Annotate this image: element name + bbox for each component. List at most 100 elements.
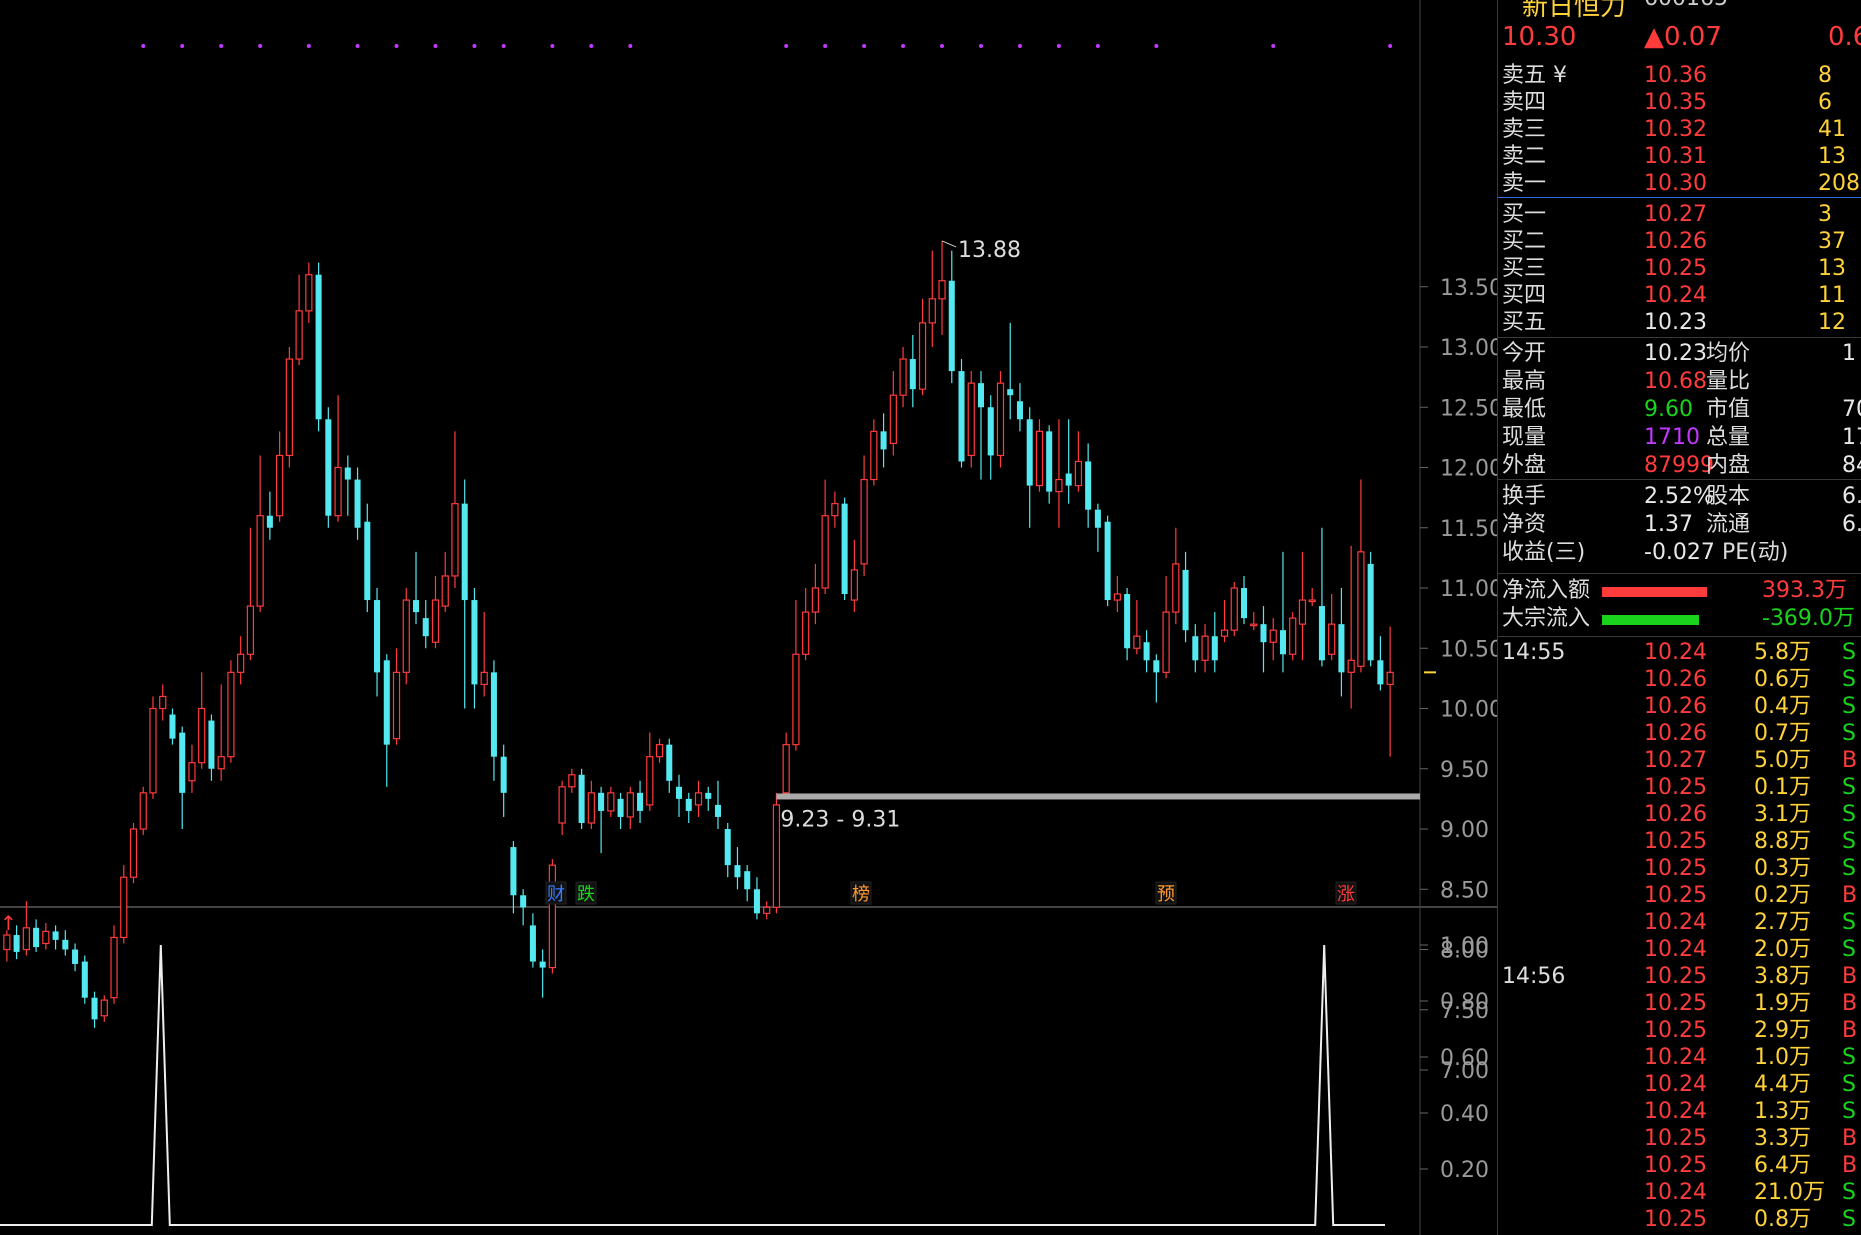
- ask-volume: 6: [1818, 90, 1832, 115]
- stat-label-2: 总量: [1706, 425, 1751, 450]
- event-marker-label[interactable]: 财: [547, 884, 565, 905]
- candle-body: [1269, 629, 1277, 643]
- tick-price: 10.25: [1644, 991, 1707, 1016]
- candle-body: [909, 359, 916, 390]
- candle-body: [948, 280, 955, 372]
- candle-body: [1367, 563, 1374, 661]
- candle-body: [802, 611, 810, 655]
- tick-volume: 0.7万: [1754, 721, 1811, 746]
- quote-panel: 新日恒力 600165 10.30 ▲0.07 0.6 卖五 ¥ 10.36 8 卖四…: [1497, 0, 1861, 1235]
- indicator-axis-label: 0.40: [1440, 1102, 1489, 1127]
- stat-value-2: 172: [1842, 425, 1861, 450]
- event-marker-label[interactable]: 跌: [577, 884, 595, 905]
- candle-body: [1162, 611, 1170, 673]
- tick-price: 10.24: [1644, 910, 1707, 935]
- event-marker-label[interactable]: 榜: [852, 884, 870, 905]
- tick-volume: 2.7万: [1754, 910, 1811, 935]
- candle-body: [958, 371, 965, 462]
- candle-body: [441, 575, 449, 607]
- candle-body: [1347, 659, 1355, 673]
- stat-value: 87999: [1644, 453, 1714, 478]
- price-axis-label: 13.00: [1440, 336, 1497, 361]
- candle-body: [529, 925, 536, 962]
- bid-price: 10.26: [1644, 229, 1707, 254]
- candle-body: [967, 382, 975, 457]
- indicator-line: [0, 944, 1385, 1226]
- candle-body: [734, 865, 741, 878]
- candle-body: [256, 515, 264, 607]
- stat-value-2: 6.: [1842, 484, 1861, 509]
- tick-side: S: [1842, 937, 1856, 962]
- tick-price: 10.25: [1644, 1153, 1707, 1178]
- candle-body: [918, 322, 927, 390]
- event-marker-label[interactable]: 预: [1157, 884, 1175, 905]
- stock-name: 新日恒力: [1522, 0, 1627, 22]
- candle-body: [889, 394, 897, 445]
- candle-body: [996, 382, 1005, 457]
- ask-price: 10.31: [1644, 144, 1707, 169]
- tick-side: B: [1842, 1153, 1858, 1178]
- signal-dot: [589, 44, 594, 48]
- candle-body: [1124, 594, 1131, 649]
- bid-volume: 3: [1818, 202, 1832, 227]
- price-axis-label: 12.00: [1440, 457, 1497, 482]
- stat-label-2: PE(动): [1722, 540, 1789, 565]
- candle-body: [1055, 478, 1063, 493]
- tick-volume: 1.0万: [1754, 1045, 1811, 1070]
- stat-label: 外盘: [1502, 453, 1547, 478]
- signal-dot: [433, 44, 438, 48]
- stat-label: 现量: [1502, 425, 1547, 450]
- stat-value: 1710: [1644, 425, 1700, 450]
- candle-body: [374, 600, 381, 673]
- tick-price: 10.24: [1644, 1180, 1707, 1205]
- tick-price: 10.25: [1644, 829, 1707, 854]
- tick-side: S: [1842, 1072, 1856, 1097]
- stats-divider: [1498, 337, 1861, 338]
- tick-side: S: [1842, 829, 1856, 854]
- indicator-axis-label: 1.00: [1440, 934, 1489, 959]
- event-marker-label[interactable]: 涨: [1337, 884, 1355, 905]
- tick-price: 10.24: [1644, 1072, 1707, 1097]
- ask-price: 10.30: [1644, 171, 1707, 196]
- quote-header: 新日恒力 600165 10.30 ▲0.07 0.6: [1498, 0, 1861, 60]
- tick-side: S: [1842, 1045, 1856, 1070]
- tick-time: 14:56: [1502, 964, 1566, 989]
- candle-body: [344, 467, 351, 480]
- candle-body: [3, 934, 11, 951]
- candle-body: [1250, 623, 1258, 627]
- tick-volume: 4.4万: [1754, 1072, 1811, 1097]
- candle-body: [637, 792, 644, 811]
- candle-body: [1240, 588, 1248, 619]
- kline-chart[interactable]: 13.88 9.23 - 9.31 13.50 13.00 12.50 12.00 11.…: [0, 0, 1497, 1235]
- tick-volume: 2.0万: [1754, 937, 1811, 962]
- event-markers[interactable]: 财跌 榜 预 涨: [545, 881, 1357, 905]
- indicator-axis-label: 0.80: [1440, 990, 1489, 1015]
- candle-body: [383, 660, 390, 745]
- candle-body: [120, 876, 128, 939]
- candle-body: [471, 600, 478, 685]
- candle-body: [1104, 521, 1111, 601]
- bid-label: 买三: [1502, 256, 1547, 281]
- arrow-up-icon: ↑: [0, 911, 17, 935]
- candle-body: [33, 927, 40, 948]
- tick-volume: 3.3万: [1754, 1126, 1811, 1151]
- max-price-label: 13.88: [958, 238, 1021, 263]
- stats-divider-2: [1498, 479, 1861, 480]
- tick-side: B: [1842, 748, 1858, 773]
- candle-body: [169, 714, 176, 739]
- signal-dot: [180, 44, 185, 48]
- candle-body: [237, 653, 245, 673]
- candle-body: [364, 521, 371, 601]
- stat-label: 今开: [1502, 341, 1547, 366]
- indicator-axis-label: 0.60: [1440, 1046, 1489, 1071]
- candle-body: [1289, 617, 1297, 655]
- price-axis-label: 10.00: [1440, 698, 1497, 723]
- candle-body: [568, 774, 576, 788]
- tick-volume: 6.4万: [1754, 1153, 1811, 1178]
- signal-dot: [394, 44, 399, 48]
- candle-body: [1016, 401, 1023, 420]
- signal-dot: [141, 44, 146, 48]
- signal-dot: [501, 44, 506, 48]
- stat-label-2: 量比: [1706, 369, 1751, 394]
- flow-bar: [1602, 587, 1707, 597]
